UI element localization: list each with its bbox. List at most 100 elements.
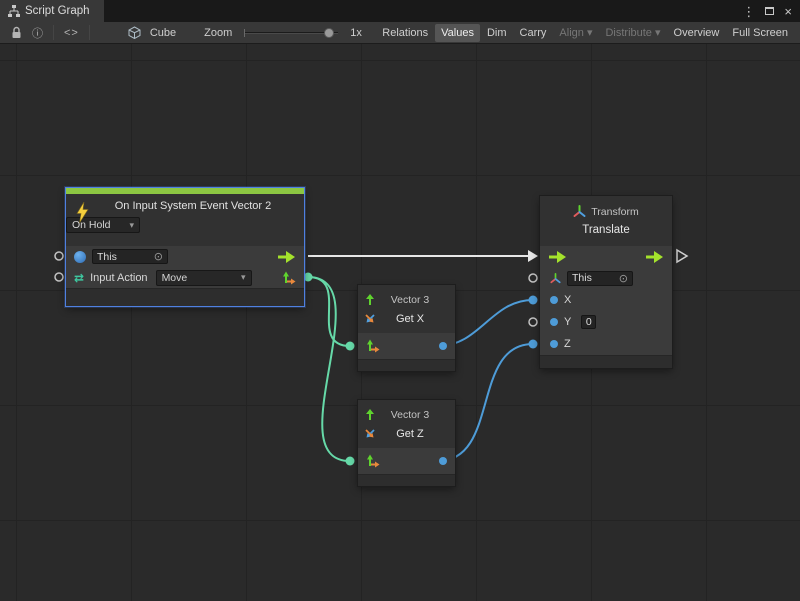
get-component-icon	[364, 428, 376, 440]
vector3-icon	[364, 294, 376, 306]
vector-input-icon[interactable]	[366, 339, 380, 353]
event-input-action-row: ⇄ Input Action Move ▾	[66, 267, 304, 288]
y-port-label: Y	[564, 316, 571, 328]
target-object-label[interactable]: Cube	[150, 27, 176, 39]
toolbar-separator	[89, 25, 90, 40]
getz-category: Vector 3	[381, 409, 449, 421]
toolbar-buttons: Relations Values Dim Carry Align ▾ Distr…	[376, 23, 794, 42]
event-this-row: This ⊙	[66, 246, 304, 267]
info-icon[interactable]: ⓘ	[27, 25, 48, 41]
float-output-port[interactable]	[439, 342, 447, 350]
wire-exec-arrowhead	[528, 250, 538, 262]
x-port-label: X	[564, 294, 571, 306]
z-input-port[interactable]	[550, 340, 558, 348]
toolbar-separator	[53, 25, 54, 40]
zoom-value: 1x	[350, 27, 362, 39]
wire-vector2-to-getx[interactable]	[308, 277, 350, 346]
input-action-icon: ⇄	[74, 272, 84, 284]
fullscreen-button[interactable]: Full Screen	[726, 24, 794, 42]
vector-input-icon[interactable]	[366, 454, 380, 468]
game-object-icon	[74, 251, 86, 263]
getz-footer	[358, 474, 455, 486]
port-translate-x-input[interactable]	[529, 296, 538, 305]
translate-this-field[interactable]: This ⊙	[567, 271, 633, 286]
exec-output-arrow-icon[interactable]	[645, 251, 664, 263]
relations-button[interactable]: Relations	[376, 24, 434, 42]
getx-category: Vector 3	[381, 294, 449, 306]
object-picker-icon[interactable]: ⊙	[154, 250, 163, 263]
port-event-this-input[interactable]	[55, 273, 63, 281]
overview-button[interactable]: Overview	[668, 24, 726, 42]
getz-header: Vector 3 Get Z	[358, 400, 455, 448]
exec-output-arrow-icon[interactable]	[277, 251, 296, 263]
zoom-label: Zoom	[204, 27, 232, 39]
port-getx-input[interactable]	[346, 342, 355, 351]
lock-icon[interactable]	[6, 26, 27, 39]
kebab-menu-icon[interactable]: ⋮	[742, 5, 755, 18]
node-on-input-system-event[interactable]: On Input System Event Vector 2 On Hold ▾…	[66, 188, 304, 306]
zoom-slider[interactable]	[244, 32, 338, 34]
port-event-exec-input[interactable]	[55, 252, 63, 260]
chevron-down-icon: ▾	[241, 272, 246, 283]
lightning-icon	[76, 202, 89, 226]
wire-vector2-to-getz[interactable]	[308, 277, 350, 461]
port-translate-exec-output[interactable]	[677, 250, 687, 262]
event-this-label: This	[97, 251, 117, 263]
distribute-button[interactable]: Distribute ▾	[599, 23, 666, 42]
event-node-rows: This ⊙ ⇄ Input Action Move ▾	[66, 246, 304, 288]
transform-icon	[573, 205, 586, 218]
script-graph-icon	[8, 5, 20, 17]
values-button[interactable]: Values	[435, 24, 480, 42]
node-vector3-get-x[interactable]: Vector 3 Get X	[358, 285, 455, 371]
get-component-icon	[364, 313, 376, 325]
event-this-field[interactable]: This ⊙	[92, 249, 168, 264]
input-action-label: Input Action	[90, 272, 148, 284]
dim-button[interactable]: Dim	[481, 24, 513, 42]
x-input-port[interactable]	[550, 296, 558, 304]
object-picker-icon[interactable]: ⊙	[619, 272, 628, 285]
translate-exec-row	[540, 246, 672, 267]
align-button[interactable]: Align ▾	[553, 23, 598, 42]
translate-this-row: This ⊙	[540, 267, 672, 289]
translate-header: Transform Translate	[540, 196, 672, 246]
node-transform-translate[interactable]: Transform Translate	[540, 196, 672, 368]
translate-category: Transform	[591, 206, 638, 218]
zoom-slider-tick	[244, 29, 245, 37]
node-vector3-get-z[interactable]: Vector 3 Get Z	[358, 400, 455, 486]
vector2-output-icon[interactable]	[282, 271, 296, 285]
vector3-icon	[364, 409, 376, 421]
port-vector2-output[interactable]	[304, 273, 313, 282]
event-node-title: On Input System Event Vector 2	[66, 194, 304, 212]
input-action-value: Move	[162, 272, 188, 284]
getx-name: Get X	[381, 313, 449, 325]
exec-input-arrow-icon[interactable]	[548, 251, 567, 263]
input-action-dropdown[interactable]: Move ▾	[156, 270, 252, 286]
graph-toolbar: ⓘ <> Cube Zoom 1x Relations Values Dim C…	[0, 22, 800, 44]
transform-icon	[550, 273, 561, 284]
tab-script-graph[interactable]: Script Graph	[0, 0, 104, 22]
port-translate-this-input[interactable]	[529, 274, 537, 282]
event-node-header: On Input System Event Vector 2 On Hold ▾	[66, 194, 304, 246]
z-port-label: Z	[564, 338, 571, 350]
float-output-port[interactable]	[439, 457, 447, 465]
port-getz-input[interactable]	[346, 457, 355, 466]
port-translate-z-input[interactable]	[529, 340, 538, 349]
translate-x-row: X	[540, 289, 672, 311]
maximize-icon[interactable]	[765, 7, 774, 15]
getx-port-row	[358, 333, 455, 359]
carry-button[interactable]: Carry	[514, 24, 553, 42]
y-value-field[interactable]: 0	[581, 315, 596, 329]
event-node-footer	[66, 288, 304, 306]
zoom-slider-handle[interactable]	[324, 28, 334, 38]
getx-footer	[358, 359, 455, 371]
translate-y-row: Y 0	[540, 311, 672, 333]
graph-canvas[interactable]: On Input System Event Vector 2 On Hold ▾…	[0, 44, 800, 601]
code-preview-icon[interactable]: <>	[59, 27, 84, 39]
port-translate-y-input[interactable]	[529, 318, 537, 326]
script-graph-window: Script Graph ⋮ × ⓘ <> Cube Zoom	[0, 0, 800, 601]
chevron-down-icon: ▾	[129, 220, 134, 231]
close-icon[interactable]: ×	[784, 5, 792, 18]
y-input-port[interactable]	[550, 318, 558, 326]
getx-header: Vector 3 Get X	[358, 285, 455, 333]
translate-z-row: Z	[540, 333, 672, 355]
